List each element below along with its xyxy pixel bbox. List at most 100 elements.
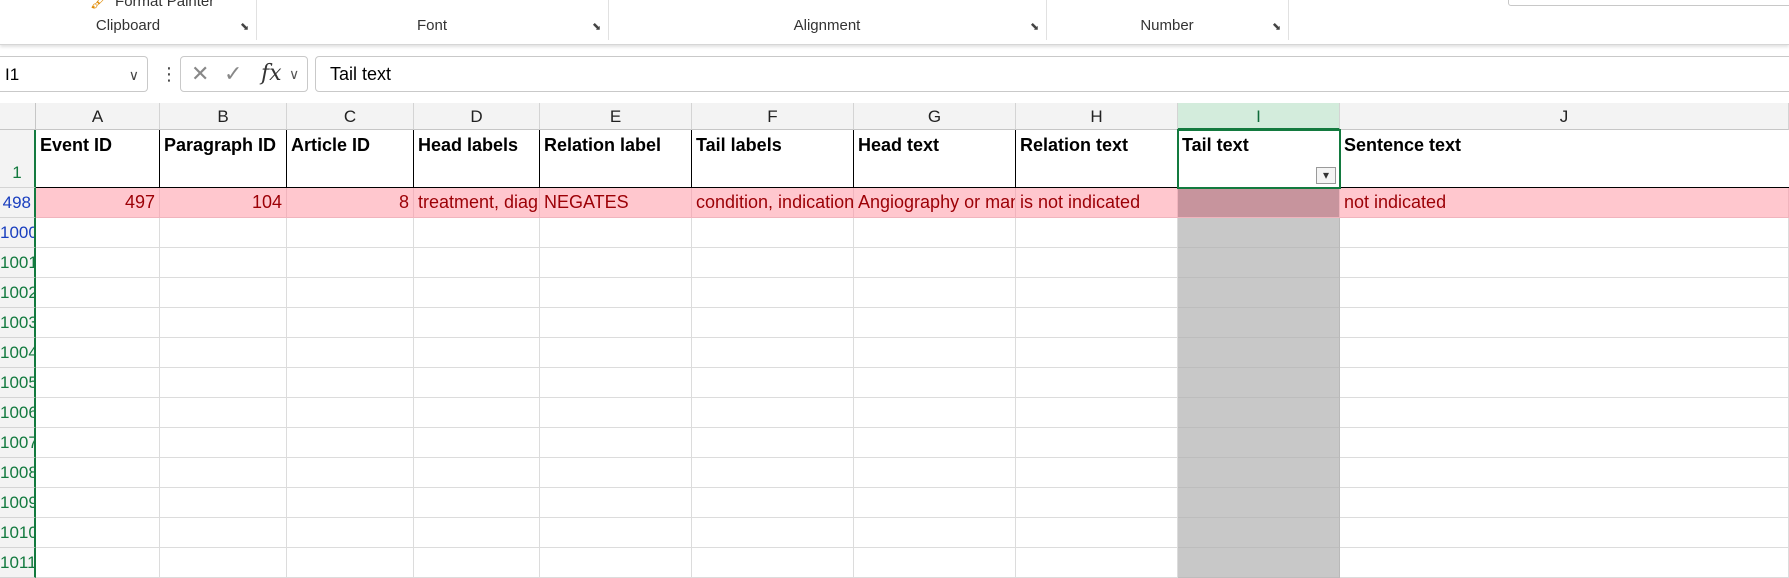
table-cell[interactable] <box>1178 278 1340 308</box>
table-cell[interactable] <box>1016 458 1178 488</box>
name-box[interactable]: I1 ∨ <box>0 56 148 92</box>
dialog-launcher-icon[interactable]: ⬊ <box>592 22 602 33</box>
header-cell[interactable]: Article ID <box>287 130 414 188</box>
column-header-e[interactable]: E <box>540 103 692 130</box>
table-cell[interactable] <box>540 518 692 548</box>
header-cell[interactable]: Head text <box>854 130 1016 188</box>
table-cell[interactable] <box>1340 398 1789 428</box>
table-cell[interactable] <box>1340 518 1789 548</box>
table-cell[interactable] <box>160 428 287 458</box>
table-cell[interactable] <box>36 218 160 248</box>
column-header-g[interactable]: G <box>854 103 1016 130</box>
table-cell[interactable] <box>1016 308 1178 338</box>
table-cell[interactable] <box>692 248 854 278</box>
table-cell[interactable] <box>1178 398 1340 428</box>
table-cell[interactable] <box>1016 218 1178 248</box>
table-cell[interactable] <box>414 308 540 338</box>
table-cell[interactable] <box>540 218 692 248</box>
table-cell[interactable] <box>36 338 160 368</box>
chevron-down-icon[interactable]: ∨ <box>289 57 299 91</box>
table-cell[interactable] <box>160 548 287 578</box>
table-cell[interactable]: treatment, diagnosis <box>414 188 540 218</box>
header-cell[interactable]: Head labels <box>414 130 540 188</box>
table-cell[interactable] <box>1016 548 1178 578</box>
table-cell[interactable] <box>692 398 854 428</box>
table-cell[interactable]: NEGATES <box>540 188 692 218</box>
table-cell[interactable] <box>854 218 1016 248</box>
row-header[interactable]: 1 <box>0 130 36 188</box>
table-cell[interactable] <box>540 278 692 308</box>
table-cell[interactable] <box>540 248 692 278</box>
table-cell[interactable] <box>540 308 692 338</box>
table-cell[interactable] <box>540 428 692 458</box>
table-cell[interactable] <box>414 338 540 368</box>
table-cell[interactable] <box>36 548 160 578</box>
table-cell[interactable] <box>414 458 540 488</box>
table-cell[interactable] <box>692 518 854 548</box>
column-header-c[interactable]: C <box>287 103 414 130</box>
more-options-icon[interactable]: ⋮ <box>160 56 178 92</box>
table-cell[interactable] <box>160 488 287 518</box>
table-cell[interactable]: not indicated <box>1340 188 1789 218</box>
table-cell[interactable]: is not indicated <box>1016 188 1178 218</box>
column-header-b[interactable]: B <box>160 103 287 130</box>
table-cell[interactable] <box>1016 368 1178 398</box>
cancel-icon[interactable]: ✕ <box>191 57 209 91</box>
table-cell[interactable] <box>854 338 1016 368</box>
table-cell[interactable] <box>1340 488 1789 518</box>
table-cell[interactable] <box>36 278 160 308</box>
table-cell[interactable] <box>160 338 287 368</box>
table-cell[interactable] <box>540 398 692 428</box>
table-cell[interactable] <box>540 548 692 578</box>
table-cell[interactable] <box>692 428 854 458</box>
table-cell[interactable] <box>1178 458 1340 488</box>
table-cell[interactable] <box>854 248 1016 278</box>
table-cell[interactable] <box>854 518 1016 548</box>
dialog-launcher-icon[interactable]: ⬊ <box>240 22 250 33</box>
table-cell[interactable] <box>854 488 1016 518</box>
table-cell[interactable] <box>692 338 854 368</box>
row-header[interactable]: 1002 <box>0 278 36 308</box>
table-cell[interactable] <box>36 248 160 278</box>
table-cell[interactable] <box>1340 308 1789 338</box>
table-cell[interactable]: condition, indication <box>692 188 854 218</box>
table-cell[interactable] <box>1016 398 1178 428</box>
table-cell[interactable] <box>287 488 414 518</box>
row-header[interactable]: 1009 <box>0 488 36 518</box>
table-cell[interactable] <box>692 278 854 308</box>
table-cell[interactable] <box>854 308 1016 338</box>
table-cell[interactable] <box>287 308 414 338</box>
table-cell[interactable] <box>414 428 540 458</box>
table-cell[interactable] <box>1016 428 1178 458</box>
table-cell[interactable] <box>160 368 287 398</box>
row-header[interactable]: 1000 <box>0 218 36 248</box>
row-header[interactable]: 1011 <box>0 548 36 578</box>
table-cell[interactable] <box>1340 278 1789 308</box>
table-cell[interactable] <box>1340 428 1789 458</box>
table-cell[interactable] <box>1340 368 1789 398</box>
table-cell[interactable] <box>287 248 414 278</box>
table-cell[interactable] <box>1016 278 1178 308</box>
table-cell[interactable] <box>1178 428 1340 458</box>
table-cell[interactable] <box>1178 488 1340 518</box>
header-cell[interactable]: Event ID <box>36 130 160 188</box>
table-cell[interactable] <box>414 368 540 398</box>
table-cell[interactable] <box>1178 368 1340 398</box>
table-cell[interactable] <box>1178 308 1340 338</box>
row-header[interactable]: 1001 <box>0 248 36 278</box>
table-cell[interactable] <box>1016 338 1178 368</box>
table-cell[interactable] <box>414 518 540 548</box>
row-header[interactable]: 1010 <box>0 518 36 548</box>
table-cell[interactable] <box>692 488 854 518</box>
row-header[interactable]: 1008 <box>0 458 36 488</box>
table-cell[interactable] <box>1340 458 1789 488</box>
table-cell[interactable] <box>414 398 540 428</box>
table-cell[interactable] <box>692 368 854 398</box>
table-cell[interactable] <box>692 218 854 248</box>
header-cell[interactable]: Tail text ▾ <box>1178 130 1340 188</box>
dialog-launcher-icon[interactable]: ⬊ <box>1272 22 1282 33</box>
table-cell[interactable] <box>854 548 1016 578</box>
header-cell[interactable]: Tail labels <box>692 130 854 188</box>
row-header[interactable]: 1005 <box>0 368 36 398</box>
row-header[interactable]: 1004 <box>0 338 36 368</box>
